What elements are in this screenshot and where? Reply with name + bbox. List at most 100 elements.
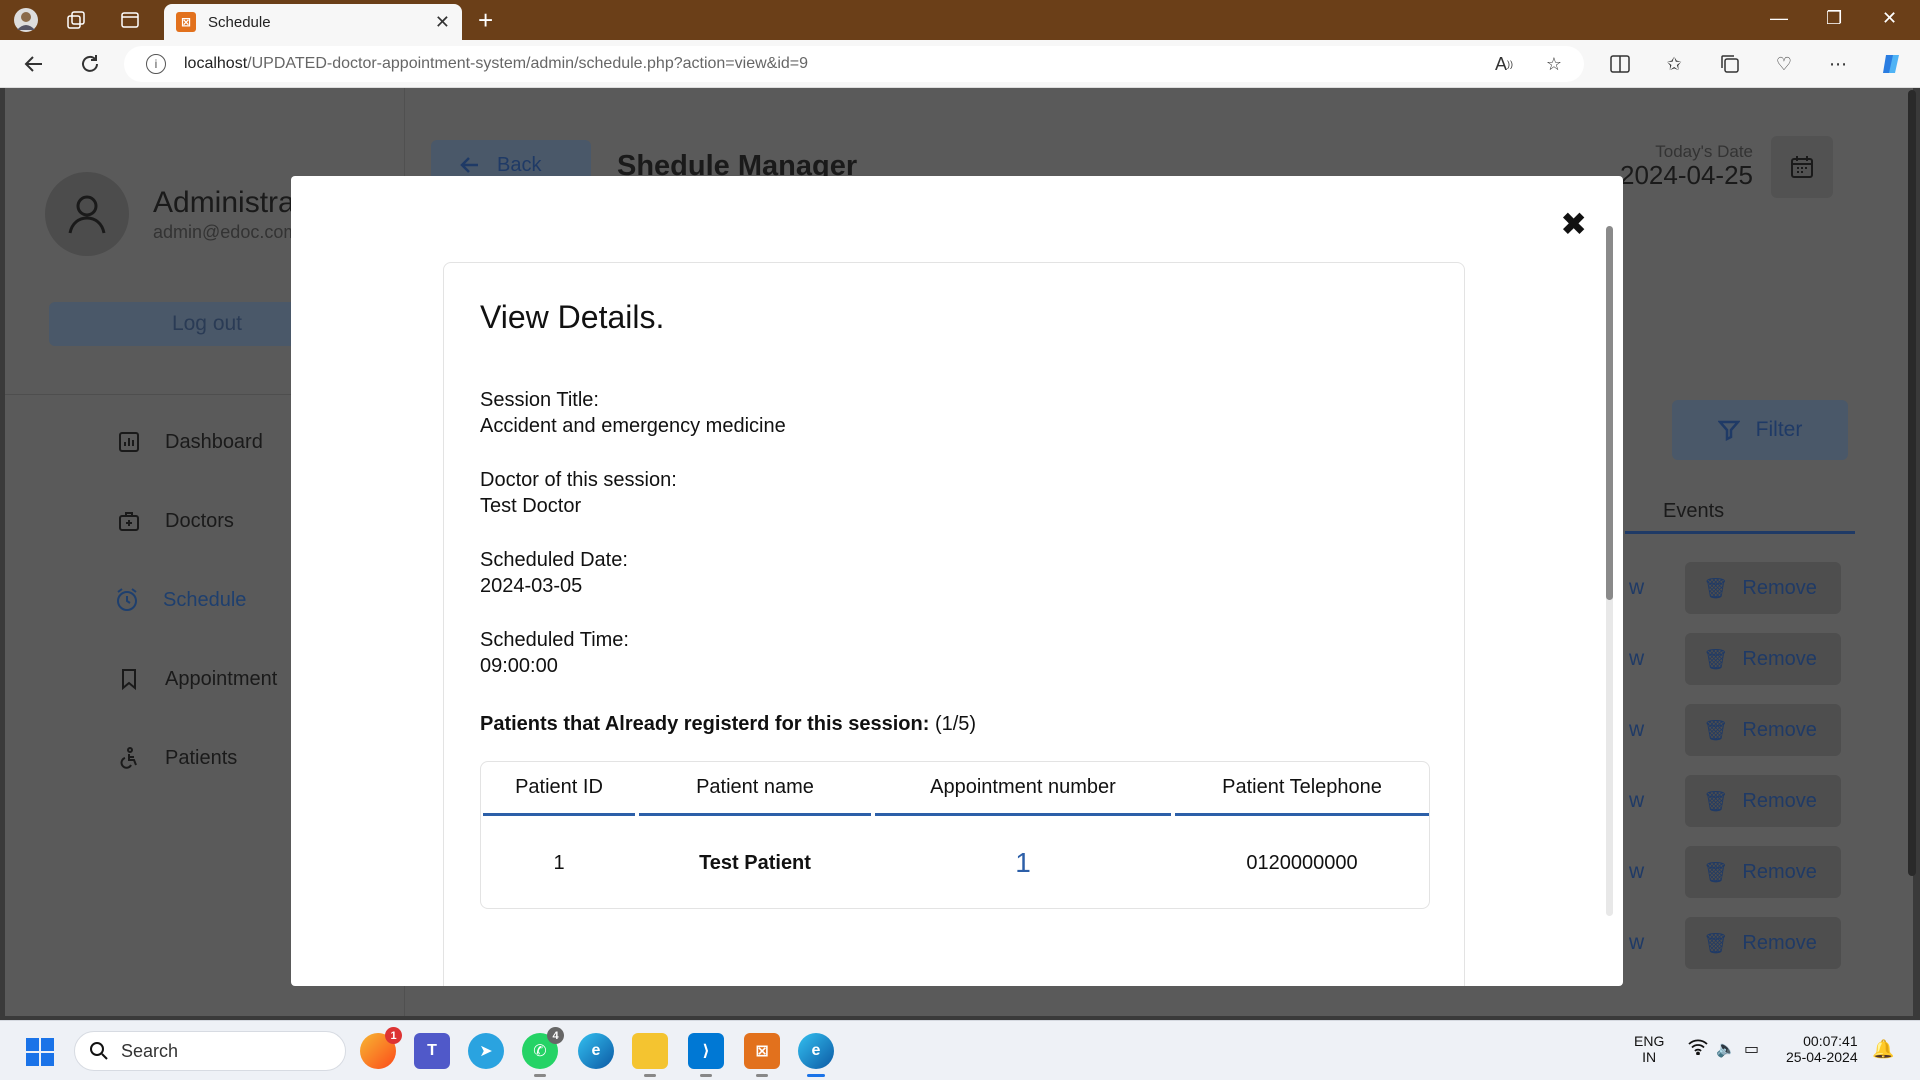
doctor-label: Doctor of this session: [480,469,677,491]
page-scrollbar[interactable] [1908,90,1916,876]
doctor-icon [115,507,143,535]
dashboard-icon [115,428,143,456]
search-placeholder: Search [121,1040,179,1061]
url-text[interactable]: localhost/UPDATED-doctor-appointment-sys… [184,55,808,73]
active-indicator [807,1074,825,1077]
teams-icon[interactable]: T [414,1033,450,1069]
filter-icon [1717,420,1740,441]
registered-patients-line: Patients that Already registerd for this… [480,713,976,736]
today-date: 2024-04-25 [1620,160,1753,190]
table-header-patient-telephone: Patient Telephone [1175,762,1429,816]
events-column-header: Events [1625,492,1855,534]
table-header-appointment-number: Appointment number [875,762,1171,816]
remove-button[interactable]: 🗑 Remove [1685,846,1841,898]
favorites-icon[interactable]: ✩ [1662,52,1686,76]
view-button-fragment[interactable]: w [1629,718,1644,742]
browser-titlebar: ⊠ Schedule ✕ + — ❐ ✕ [0,0,1920,40]
filter-button[interactable]: Filter [1672,400,1848,460]
file-explorer-icon[interactable] [632,1033,668,1077]
modal-scrollbar-thumb[interactable] [1606,226,1613,600]
trash-icon: 🗑 [1703,861,1729,884]
remove-button[interactable]: 🗑 Remove [1685,775,1841,827]
sidebar-item-label: Appointment [165,667,278,690]
favorite-star-icon[interactable]: ☆ [1542,52,1566,76]
edge-icon[interactable]: e [578,1033,614,1069]
search-icon [90,1042,108,1060]
telegram-icon[interactable]: ➤ [468,1033,504,1069]
address-toolbar: i localhost/UPDATED-doctor-appointment-s… [0,40,1920,88]
doctor-value: Test Doctor [480,495,582,517]
remove-button[interactable]: 🗑 Remove [1685,704,1841,756]
minimize-icon[interactable]: — [1770,8,1788,29]
read-aloud-icon[interactable]: A)) [1492,52,1516,76]
sidebar-item-schedule[interactable]: Schedule [113,586,246,614]
refresh-icon[interactable] [76,50,104,78]
trash-icon: 🗑 [1703,719,1729,742]
view-button-fragment[interactable]: w [1629,931,1644,955]
running-indicator [534,1074,546,1077]
copilot-icon[interactable] [1880,52,1904,76]
workspaces-icon[interactable] [62,6,90,34]
xampp-icon[interactable]: ⊠ [744,1033,780,1077]
cell-patient-id: 1 [553,851,565,874]
language-indicator[interactable]: ENG IN [1634,1033,1664,1065]
arrow-left-icon [460,157,478,173]
vscode-icon[interactable]: ⟩ [688,1033,724,1077]
url-bar[interactable]: i localhost/UPDATED-doctor-appointment-s… [124,46,1584,82]
notification-bell-icon[interactable]: 🔔 [1872,1039,1894,1060]
clock[interactable]: 00:07:41 25-04-2024 [1786,1033,1858,1065]
wifi-icon[interactable] [1688,1039,1708,1060]
session-title-value: Accident and emergency medicine [480,415,786,437]
view-button-fragment[interactable]: w [1629,647,1644,671]
browser-essentials-icon[interactable]: ♡ [1772,52,1796,76]
edge-dev-icon[interactable]: e [798,1033,834,1077]
view-button-fragment[interactable]: w [1629,576,1644,600]
sidebar-item-label: Patients [165,746,238,769]
cell-patient-name: Test Patient [699,851,811,874]
calendar-icon[interactable] [1771,136,1833,198]
table-header-patient-name: Patient name [639,762,871,816]
split-screen-icon[interactable] [1608,52,1632,76]
notification-badge: 1 [385,1027,402,1044]
view-button-fragment[interactable]: w [1629,789,1644,813]
restore-icon[interactable]: ❐ [1826,8,1842,29]
browser-tab[interactable]: ⊠ Schedule ✕ [164,4,462,40]
cell-patient-telephone: 0120000000 [1246,851,1358,874]
view-button-fragment[interactable]: w [1629,860,1644,884]
filter-label: Filter [1755,418,1803,441]
collections-icon[interactable] [1718,52,1742,76]
today-label: Today's Date [1655,142,1753,161]
new-tab-icon[interactable]: + [478,6,493,34]
admin-email: admin@edoc.com [153,222,299,242]
table-header-patient-id: Patient ID [483,762,635,816]
admin-avatar-icon [45,172,129,256]
site-info-icon[interactable]: i [146,54,166,74]
taskbar-search[interactable]: Search [74,1031,346,1071]
battery-icon[interactable]: ▭ [1744,1039,1759,1059]
sidebar-item-appointment[interactable]: Appointment [115,665,277,693]
sidebar-item-doctors[interactable]: Doctors [115,507,234,535]
weather-app-icon[interactable]: 1 [360,1027,402,1069]
view-details-modal: ✖ View Details. Session Title: Accident … [291,176,1623,986]
cell-appointment-number: 1 [1015,847,1031,878]
back-label: Back [497,153,542,176]
back-arrow-icon[interactable] [20,50,48,78]
windows-start-icon[interactable] [26,1038,54,1066]
tab-title: Schedule [208,13,271,31]
more-options-icon[interactable]: ⋯ [1826,52,1850,76]
window-close-icon[interactable]: ✕ [1882,8,1897,29]
trash-icon: 🗑 [1703,577,1729,600]
volume-icon[interactable]: 🔈 [1716,1039,1736,1059]
tab-actions-icon[interactable] [116,6,144,34]
sidebar-item-dashboard[interactable]: Dashboard [115,428,263,456]
whatsapp-icon[interactable]: ✆ 4 [522,1027,564,1077]
patient-icon [115,744,143,772]
profile-avatar-icon[interactable] [12,6,40,34]
patients-table: Patient ID Patient name Appointment numb… [480,761,1430,909]
modal-close-icon[interactable]: ✖ [1560,208,1587,240]
remove-button[interactable]: 🗑 Remove [1685,562,1841,614]
tab-close-icon[interactable]: ✕ [435,12,450,33]
remove-button[interactable]: 🗑 Remove [1685,633,1841,685]
remove-button[interactable]: 🗑 Remove [1685,917,1841,969]
sidebar-item-patients[interactable]: Patients [115,744,237,772]
